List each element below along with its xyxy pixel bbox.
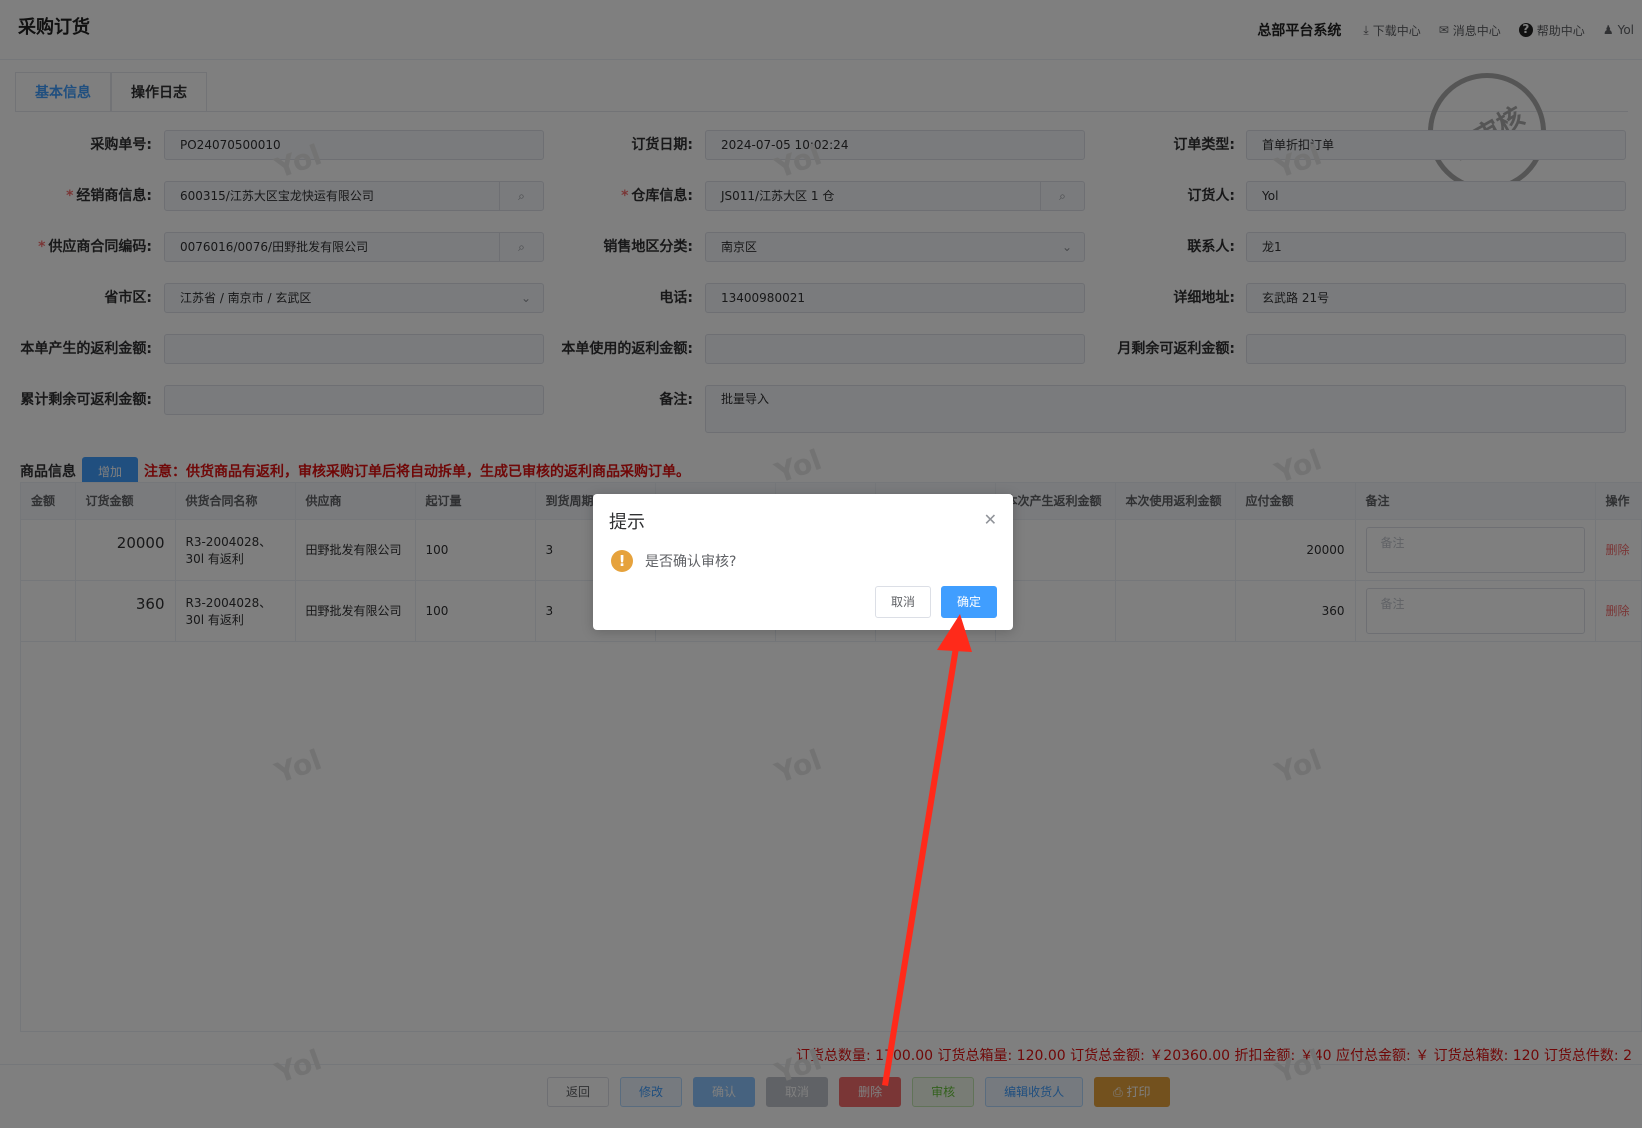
arrow-head [937,614,972,652]
annotation-arrow [882,614,972,1086]
arrow-shaft [882,647,959,1086]
